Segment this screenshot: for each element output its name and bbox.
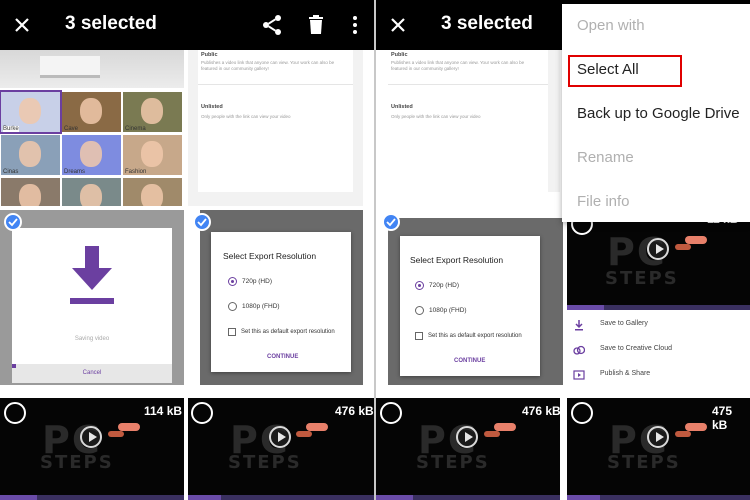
save-to-gallery-option[interactable]: Save to Gallery xyxy=(567,314,750,338)
file-size-label: 476 kB xyxy=(522,404,561,418)
filter-thumbnail[interactable] xyxy=(123,178,182,206)
menu-item-open-with[interactable]: Open with xyxy=(577,17,645,34)
file-size-label: 476 kB xyxy=(335,404,374,418)
publish-icon xyxy=(573,370,585,380)
logo-swoosh xyxy=(685,423,707,431)
close-icon[interactable] xyxy=(386,13,410,37)
play-icon[interactable] xyxy=(647,238,669,260)
filter-label: Dreams xyxy=(64,169,86,175)
screenshot: 3 selected Burke Cave Cinema Cinas Dreams Fas… xyxy=(0,0,750,500)
share-sheet: Save to Gallery Save to Creative Cloud P… xyxy=(567,310,750,390)
menu-item-file-info[interactable]: File info xyxy=(577,193,630,210)
delete-icon[interactable] xyxy=(304,13,328,37)
creative-cloud-icon xyxy=(573,345,585,355)
export-dialog-title: Select Export Resolution xyxy=(223,251,317,261)
public-description: Publishes a video link that anyone can v… xyxy=(201,60,335,71)
radio-1080p[interactable] xyxy=(228,302,237,311)
option-720p-label: 720p (HD) xyxy=(242,278,272,285)
selected-check-icon[interactable] xyxy=(382,213,400,231)
share-icon[interactable] xyxy=(260,13,284,37)
continue-button[interactable]: CONTINUE xyxy=(267,354,298,360)
close-icon[interactable] xyxy=(10,13,34,37)
progress-bar xyxy=(188,495,374,500)
filter-label: Burke xyxy=(3,126,19,132)
filters-screenshot-tile[interactable]: Burke Cave Cinema Cinas Dreams Fashion xyxy=(0,50,184,206)
menu-item-rename[interactable]: Rename xyxy=(577,149,634,166)
play-icon[interactable] xyxy=(269,426,291,448)
public-title: Public xyxy=(201,52,218,58)
selected-check-icon[interactable] xyxy=(193,213,211,231)
selection-count-title: 3 selected xyxy=(65,13,157,34)
unselected-circle-icon[interactable] xyxy=(380,402,402,424)
menu-item-backup-google-drive[interactable]: Back up to Google Drive xyxy=(577,105,740,122)
unselected-circle-icon[interactable] xyxy=(4,402,26,424)
radio-1080p[interactable] xyxy=(415,306,424,315)
unselected-circle-icon[interactable] xyxy=(571,402,593,424)
play-icon[interactable] xyxy=(80,426,102,448)
progress-bar xyxy=(567,495,750,500)
default-resolution-checkbox[interactable] xyxy=(228,328,236,336)
logo-swoosh xyxy=(118,423,140,431)
unlisted-title: Unlisted xyxy=(201,104,223,110)
progress-bar xyxy=(376,495,560,500)
cancel-bar[interactable]: Cancel xyxy=(12,364,172,383)
upload-settings-tile[interactable]: Public Publishes a video link that anyon… xyxy=(388,50,560,192)
save-to-creative-cloud-option[interactable]: Save to Creative Cloud xyxy=(567,339,750,363)
filter-thumbnail[interactable] xyxy=(1,178,60,206)
filter-thumbnail[interactable] xyxy=(62,178,121,206)
default-resolution-label: Set this as default export resolution xyxy=(241,329,335,335)
logo-swoosh xyxy=(685,236,707,244)
privacy-card: Public Publishes a video link that anyon… xyxy=(388,50,548,192)
room-photo xyxy=(0,50,184,88)
cancel-button[interactable]: Cancel xyxy=(12,370,172,376)
upload-settings-tile[interactable]: Public Publishes a video link that anyon… xyxy=(188,50,363,206)
export-resolution-tile[interactable]: Select Export Resolution 720p (HD) 1080p… xyxy=(200,210,363,385)
watermark-steps: STEPS xyxy=(40,452,114,473)
filter-label: Cave xyxy=(64,126,79,132)
saving-dialog: Saving video Cancel xyxy=(12,228,172,383)
play-icon[interactable] xyxy=(456,426,478,448)
unlisted-description: Only people with the link can view your … xyxy=(201,114,291,119)
privacy-card: Public Publishes a video link that anyon… xyxy=(198,50,353,192)
video-thumbnail[interactable]: PC STEPS xyxy=(567,222,750,310)
file-size-label: 114 kB xyxy=(144,404,183,418)
more-options-icon[interactable] xyxy=(343,13,367,37)
option-1080p-label: 1080p (FHD) xyxy=(242,303,280,310)
selection-count-title: 3 selected xyxy=(441,13,533,34)
publish-and-share-option[interactable]: Publish & Share xyxy=(567,364,750,388)
radio-720p[interactable] xyxy=(415,281,424,290)
menu-item-select-all[interactable]: Select All xyxy=(577,61,639,78)
saving-video-tile[interactable]: Saving video Cancel xyxy=(0,210,184,385)
logo-swoosh xyxy=(494,423,516,431)
saving-text: Saving video xyxy=(74,336,110,342)
download-arrow-icon xyxy=(70,246,114,304)
filter-label: Cinas xyxy=(3,169,19,175)
export-resolution-dialog: Select Export Resolution 720p (HD) 1080p… xyxy=(400,236,540,376)
radio-720p[interactable] xyxy=(228,277,237,286)
file-size-label: 475 kB xyxy=(712,404,733,432)
logo-swoosh xyxy=(306,423,328,431)
download-icon xyxy=(575,320,583,331)
left-phone-screen: 3 selected Burke Cave Cinema Cinas Dreams Fas… xyxy=(0,0,374,500)
filter-label: Cinema xyxy=(125,126,146,132)
filter-label: Fashion xyxy=(125,169,147,175)
selected-check-icon[interactable] xyxy=(4,213,22,231)
overflow-menu: Open with Select All Back up to Google D… xyxy=(562,4,750,222)
unselected-circle-icon[interactable] xyxy=(191,402,213,424)
selection-toolbar: 3 selected xyxy=(0,0,374,50)
progress-bar xyxy=(0,495,184,500)
continue-button[interactable]: CONTINUE xyxy=(454,358,485,364)
play-icon[interactable] xyxy=(647,426,669,448)
export-resolution-tile[interactable]: Select Export Resolution 720p (HD) 1080p… xyxy=(388,218,563,385)
export-resolution-dialog: Select Export Resolution 720p (HD) 1080p… xyxy=(211,232,351,372)
default-resolution-checkbox[interactable] xyxy=(415,332,423,340)
